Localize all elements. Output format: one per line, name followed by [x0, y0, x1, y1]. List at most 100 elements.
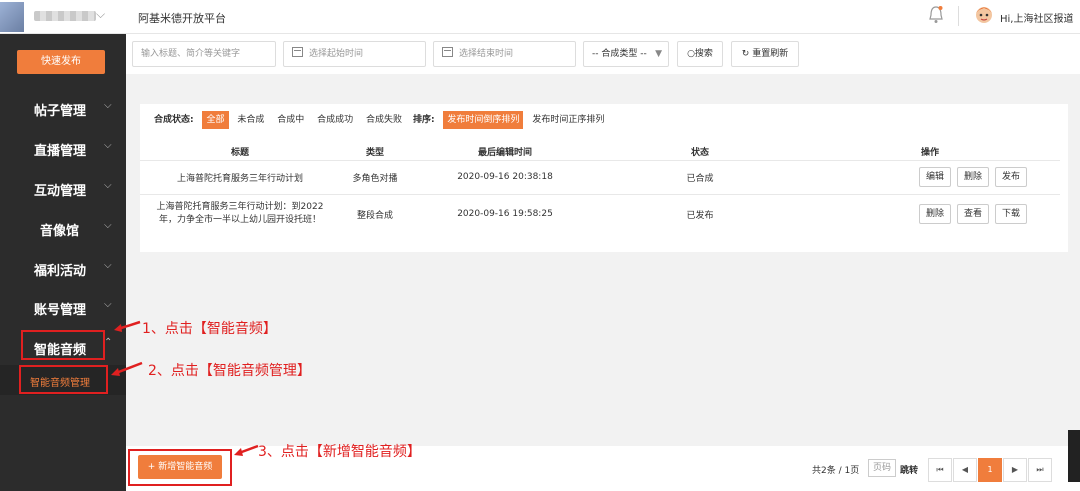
row-type: 整段合成	[340, 193, 410, 234]
row-time: 2020-09-16 20:38:18	[410, 159, 600, 194]
row-title: 上海普陀托育服务三年行动计划	[140, 159, 340, 194]
jump-button[interactable]: 跳转	[900, 463, 918, 476]
sidebar-item-live[interactable]: 直播管理 ⌵	[0, 128, 126, 166]
annotation-step1: 1、点击【智能音频】	[142, 321, 277, 337]
page-number-input[interactable]: 页码	[868, 459, 896, 477]
chevron-up-icon: ⌃	[104, 337, 113, 348]
end-time-field[interactable]: 选择结束时间	[433, 41, 576, 67]
synthesis-type-value: -- 合成类型 --	[592, 49, 647, 59]
sidebar-item-posts[interactable]: 帖子管理 ⌵	[0, 88, 126, 126]
highlight-box-smart-audio	[21, 330, 105, 360]
header-divider	[958, 6, 959, 26]
avatar[interactable]	[974, 4, 994, 26]
start-time-placeholder: 选择起始时间	[309, 49, 364, 59]
row-actions: 删除 查看 下载	[800, 193, 1060, 234]
first-page-icon[interactable]: ⏮	[928, 458, 952, 482]
chevron-down-icon: ⌵	[104, 299, 112, 310]
sidebar-item-label: 帖子管理	[34, 104, 87, 119]
sort-label: 排序:	[412, 115, 435, 125]
start-time-field[interactable]: 选择起始时间	[283, 41, 426, 67]
audio-table: 标题 类型 最后编辑时间 状态 操作 上海普陀托育服务三年行动计划 多角色对播 …	[140, 144, 1060, 234]
highlight-box-smart-audio-manage	[19, 365, 108, 394]
pager-info: 共2条 / 1页	[812, 466, 860, 476]
chevron-down-icon: ⌵	[104, 180, 112, 191]
refresh-icon: ↻	[741, 49, 753, 59]
col-header-actions: 操作	[920, 148, 939, 159]
sidebar-item-label: 直播管理	[34, 144, 87, 159]
chevron-down-icon: ⌵	[104, 260, 112, 271]
search-button-label: 搜索	[694, 49, 713, 59]
chevron-down-icon: ⌵	[104, 100, 112, 111]
status-filter-unsynth[interactable]: 未合成	[233, 111, 268, 129]
delete-button[interactable]: 删除	[956, 167, 989, 187]
download-button[interactable]: 下载	[994, 204, 1027, 225]
status-filter-success[interactable]: 合成成功	[313, 111, 357, 129]
row-title-line: 年，力争全市一半以上幼儿园开设托班！	[158, 215, 321, 226]
prev-page-icon[interactable]: ◀	[953, 458, 977, 482]
status-filter-row: 合成状态: 全部 未合成 合成中 合成成功 合成失败 排序: 发布时间倒序排列 …	[154, 111, 610, 129]
sort-desc[interactable]: 发布时间倒序排列	[443, 111, 524, 129]
annotation-step2: 2、点击【智能音频管理】	[148, 363, 311, 379]
status-label: 合成状态:	[154, 115, 194, 125]
sort-asc[interactable]: 发布时间正序排列	[528, 111, 608, 129]
current-page-button[interactable]: 1	[978, 458, 1002, 482]
row-time: 2020-09-16 19:58:25	[410, 193, 600, 234]
col-header-status: 状态	[690, 148, 709, 159]
row-actions: 编辑 删除 发布	[800, 159, 1060, 194]
col-header-type: 类型	[365, 148, 384, 159]
search-button[interactable]: ○搜索	[677, 41, 723, 67]
sidebar-item-account[interactable]: 账号管理 ⌵	[0, 287, 126, 325]
sidebar-item-label: 音像馆	[40, 224, 80, 239]
table-header-row: 标题 类型 最后编辑时间 状态 操作	[140, 144, 1060, 160]
sidebar-item-label: 福利活动	[34, 264, 87, 279]
col-header-time: 最后编辑时间	[477, 148, 532, 159]
status-filter-synthesizing[interactable]: 合成中	[273, 111, 308, 129]
last-page-icon[interactable]: ⏭	[1028, 458, 1052, 482]
sidebar: 快速发布 帖子管理 ⌵ 直播管理 ⌵ 互动管理 ⌵ 音像馆 ⌵ 福利活动 ⌵ 账…	[0, 34, 126, 491]
caret-down-icon: ▼	[655, 49, 662, 59]
sidebar-item-label: 互动管理	[34, 184, 87, 199]
table-row: 上海普陀托育服务三年行动计划 多角色对播 2020-09-16 20:38:18…	[140, 159, 1060, 194]
end-time-placeholder: 选择结束时间	[459, 49, 514, 59]
top-header: ⌵ 阿基米德开放平台 Hi,上海社区报道	[0, 0, 1080, 34]
search-icon: ○	[687, 49, 695, 59]
sidebar-item-welfare[interactable]: 福利活动 ⌵	[0, 248, 126, 286]
synthesis-type-select[interactable]: -- 合成类型 -- ▼	[583, 41, 669, 67]
calendar-icon	[442, 47, 453, 57]
status-filter-all[interactable]: 全部	[202, 111, 229, 129]
list-panel: 合成状态: 全部 未合成 合成中 合成成功 合成失败 排序: 发布时间倒序排列 …	[140, 104, 1068, 252]
side-widget[interactable]	[1068, 430, 1080, 482]
row-status: 已合成	[600, 159, 800, 194]
user-greeting[interactable]: Hi,上海社区报道	[1000, 10, 1073, 25]
chevron-down-icon: ⌵	[104, 220, 112, 231]
row-type: 多角色对播	[340, 159, 410, 194]
arrow-icon	[114, 320, 141, 332]
row-status: 已发布	[600, 193, 800, 234]
publish-button[interactable]: 发布	[994, 167, 1027, 187]
bell-icon[interactable]	[928, 5, 944, 25]
view-button[interactable]: 查看	[956, 204, 989, 225]
row-title: 上海普陀托育服务三年行动计划：到2022 年，力争全市一半以上幼儿园开设托班！	[140, 193, 340, 234]
arrow-icon	[111, 361, 143, 376]
reset-refresh-button[interactable]: ↻ 重置刷新	[731, 41, 799, 67]
calendar-icon	[292, 47, 303, 57]
col-header-title: 标题	[230, 148, 249, 159]
platform-title: 阿基米德开放平台	[138, 12, 226, 25]
status-filter-failed[interactable]: 合成失败	[362, 111, 406, 129]
edit-button[interactable]: 编辑	[918, 167, 951, 187]
logo	[0, 2, 24, 32]
chevron-down-icon: ⌵	[104, 140, 112, 151]
sidebar-item-interaction[interactable]: 互动管理 ⌵	[0, 168, 126, 206]
quick-publish-button[interactable]: 快速发布	[17, 50, 105, 74]
main-content: 合成状态: 全部 未合成 合成中 合成成功 合成失败 排序: 发布时间倒序排列 …	[126, 74, 1080, 446]
sidebar-item-media[interactable]: 音像馆 ⌵	[0, 208, 126, 246]
next-page-icon[interactable]: ▶	[1003, 458, 1027, 482]
delete-button[interactable]: 删除	[918, 204, 951, 225]
row-title-line: 上海普陀托育服务三年行动计划：到2022	[156, 202, 324, 213]
keyword-search-input[interactable]: 输入标题、简介等关键字	[132, 41, 276, 67]
filter-bar: 输入标题、简介等关键字 选择起始时间 选择结束时间 -- 合成类型 -- ▼ ○…	[126, 34, 1080, 74]
chevron-down-icon[interactable]: ⌵	[96, 7, 105, 22]
annotation-step3: 3、点击【新增智能音频】	[258, 444, 421, 460]
reset-button-label: 重置刷新	[752, 49, 789, 59]
sidebar-item-label: 账号管理	[34, 303, 87, 318]
